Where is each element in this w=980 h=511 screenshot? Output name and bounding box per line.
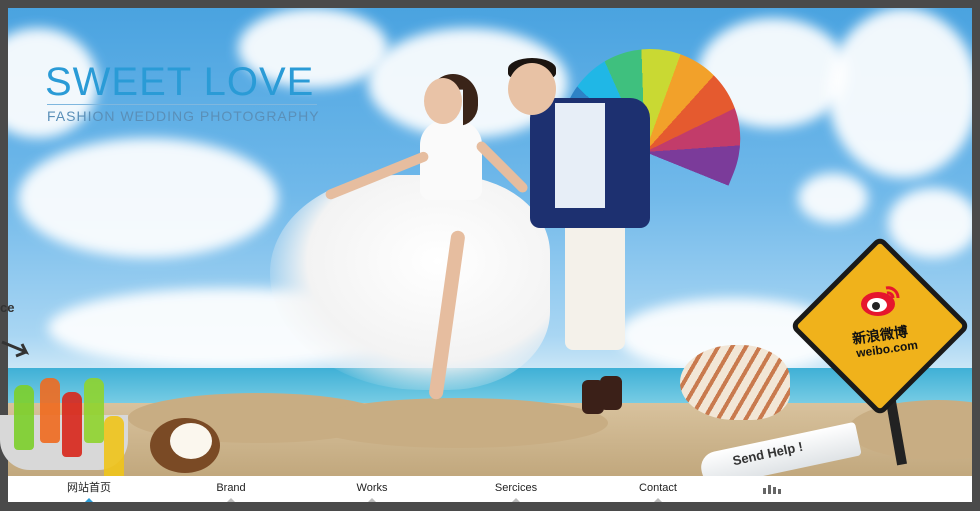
bride-head xyxy=(424,78,462,124)
nav-item-brand[interactable]: Brand xyxy=(204,476,258,502)
hero-title: SWEET LOVE xyxy=(45,60,315,104)
drink-bottle xyxy=(62,392,82,457)
sand-dune xyxy=(308,398,608,448)
bar-chart-icon[interactable] xyxy=(763,484,783,494)
seashell xyxy=(680,345,790,420)
cloud xyxy=(18,138,278,258)
cloud xyxy=(828,8,972,178)
main-nav: 网站首页 Brand Works Sercices Contact xyxy=(8,476,972,502)
partial-text: ce xyxy=(0,300,15,315)
drink-bottle xyxy=(84,378,104,443)
drink-bottle xyxy=(104,416,124,481)
nav-item-label: Contact xyxy=(639,482,677,494)
title-divider xyxy=(47,104,317,105)
nav-item-services[interactable]: Sercices xyxy=(486,476,546,502)
coconut-flesh xyxy=(170,423,212,459)
nav-item-label: 网站首页 xyxy=(67,482,111,494)
nav-item-contact[interactable]: Contact xyxy=(628,476,688,502)
arrow-icon xyxy=(1,340,30,358)
bottom-border xyxy=(8,502,972,511)
groom-shirt xyxy=(555,103,605,208)
nav-item-home[interactable]: 网站首页 xyxy=(58,476,120,502)
cloud xyxy=(888,188,972,258)
nav-item-label: Works xyxy=(356,482,388,494)
groom-shoe xyxy=(600,376,622,410)
cloud xyxy=(798,173,868,223)
weibo-icon[interactable] xyxy=(858,282,902,318)
nav-item-label: Sercices xyxy=(494,482,538,494)
drink-bottle xyxy=(40,378,60,443)
bride-torso xyxy=(420,120,482,200)
groom-head xyxy=(508,63,556,115)
nav-item-works[interactable]: Works xyxy=(345,476,399,502)
drink-bottle xyxy=(14,385,34,450)
nav-item-label: Brand xyxy=(216,482,246,494)
hero-subtitle: FASHION WEDDING PHOTOGRAPHY xyxy=(47,108,320,124)
